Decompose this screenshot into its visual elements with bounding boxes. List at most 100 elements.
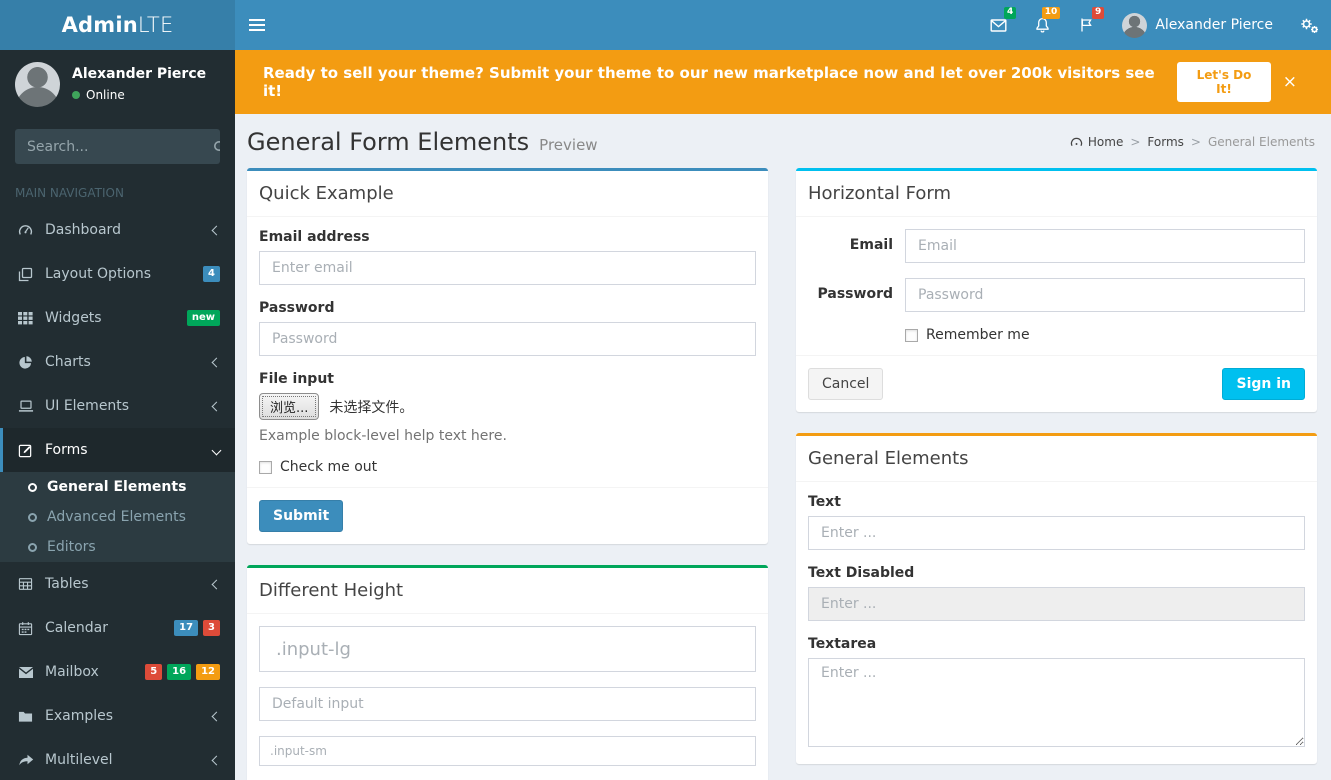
right-column: Horizontal Form Email Password — [796, 168, 1317, 780]
control-sidebar-toggle[interactable] — [1287, 0, 1331, 50]
user-avatar — [1122, 12, 1148, 38]
remember-me-checkbox[interactable]: Remember me — [905, 327, 1305, 343]
sign-in-button[interactable]: Sign in — [1222, 368, 1305, 400]
sidebar-item-examples[interactable]: Examples — [0, 694, 235, 738]
messages-count-badge: 4 — [1004, 7, 1017, 19]
sidebar-user-panel: Alexander Pierce Online — [0, 50, 235, 119]
breadcrumb-current: General Elements — [1207, 135, 1315, 149]
box-title: Horizontal Form — [808, 183, 951, 204]
content-header: General Form Elements Preview Home > For… — [235, 114, 1331, 166]
page-subtitle: Preview — [539, 136, 598, 154]
mailbox-badge-1: 5 — [145, 664, 163, 680]
file-browse-button[interactable]: 浏览... — [259, 393, 320, 420]
tasks-menu[interactable]: 9 — [1064, 0, 1108, 50]
sidebar-item-layout-options[interactable]: Layout Options 4 — [0, 252, 235, 296]
checkbox-icon — [259, 460, 272, 474]
banner-message: Ready to sell your theme? Submit your th… — [263, 64, 1155, 100]
bell-icon — [1036, 17, 1049, 33]
checkbox-icon — [905, 328, 918, 342]
mailbox-badge-2: 16 — [167, 664, 192, 680]
sidebar-toggle-button[interactable] — [235, 0, 279, 50]
search-input[interactable] — [15, 129, 213, 164]
password-field[interactable] — [259, 322, 756, 356]
marketplace-banner: Ready to sell your theme? Submit your th… — [235, 50, 1331, 114]
user-menu[interactable]: Alexander Pierce — [1108, 0, 1287, 50]
sidebar-item-dashboard[interactable]: Dashboard — [0, 208, 235, 252]
th-grid-icon — [18, 311, 45, 325]
notifications-menu[interactable]: 10 — [1020, 0, 1064, 50]
quick-example-box: Quick Example Email address Password Fil… — [247, 168, 768, 544]
breadcrumb: Home > Forms > General Elements — [1070, 135, 1315, 149]
sidebar-subitem-general-elements[interactable]: General Elements — [0, 472, 235, 502]
h-email-field[interactable] — [905, 229, 1305, 263]
box-title: General Elements — [808, 448, 969, 469]
email-label: Email address — [259, 229, 370, 245]
circle-o-icon — [28, 542, 37, 552]
forms-submenu: General Elements Advanced Elements Edito… — [0, 472, 235, 562]
cancel-button[interactable]: Cancel — [808, 368, 884, 400]
password-label: Password — [259, 300, 335, 316]
input-sm-field[interactable] — [259, 736, 756, 766]
sidebar-user-avatar — [15, 62, 60, 107]
breadcrumb-home[interactable]: Home — [1070, 135, 1123, 149]
search-button[interactable] — [213, 129, 220, 164]
breadcrumb-forms[interactable]: Forms — [1147, 135, 1183, 149]
general-elements-box: General Elements Text Text Disabled Text… — [796, 433, 1317, 764]
sidebar-item-charts[interactable]: Charts — [0, 340, 235, 384]
file-input-label: File input — [259, 371, 334, 387]
chevron-left-icon — [211, 225, 222, 235]
sidebar: Alexander Pierce Online MAIN NAVIGATION — [0, 50, 235, 780]
calendar-badge-2: 3 — [203, 620, 220, 636]
top-navbar: 4 10 9 Alexander Pierce — [235, 0, 1331, 50]
share-arrow-icon — [18, 754, 45, 767]
sidebar-item-calendar[interactable]: Calendar 17 3 — [0, 606, 235, 650]
calendar-badge-1: 17 — [174, 620, 199, 636]
laptop-icon — [18, 399, 45, 413]
sidebar-item-ui-elements[interactable]: UI Elements — [0, 384, 235, 428]
email-field[interactable] — [259, 251, 756, 285]
sidebar-search — [15, 129, 220, 164]
table-icon — [18, 577, 45, 591]
different-height-box: Different Height — [247, 565, 768, 780]
text-label: Text — [808, 494, 841, 510]
user-name: Alexander Pierce — [1155, 17, 1273, 33]
help-text: Example block-level help text here. — [259, 428, 507, 444]
sidebar-item-mailbox[interactable]: Mailbox 5 16 12 — [0, 650, 235, 694]
chevron-left-icon — [211, 711, 222, 721]
folder-icon — [18, 710, 45, 723]
sidebar-subitem-advanced-elements[interactable]: Advanced Elements — [0, 502, 235, 532]
chevron-left-icon — [211, 755, 222, 765]
horizontal-form-box: Horizontal Form Email Password — [796, 168, 1317, 412]
chevron-down-icon — [211, 445, 222, 455]
box-title: Different Height — [259, 580, 404, 601]
submit-button[interactable]: Submit — [259, 500, 344, 532]
textarea-label: Textarea — [808, 636, 877, 652]
sidebar-menu: Dashboard Layout Options 4 Widgets new C… — [0, 208, 235, 780]
sidebar-user-status[interactable]: Online — [72, 88, 206, 102]
check-me-out-checkbox[interactable]: Check me out — [259, 459, 756, 475]
input-lg-field[interactable] — [259, 626, 756, 672]
app-logo[interactable]: Admin LTE — [0, 0, 235, 50]
chevron-left-icon — [211, 579, 222, 589]
pie-chart-icon — [18, 355, 45, 370]
dashboard-icon — [18, 223, 45, 237]
banner-close-icon[interactable]: × — [1283, 73, 1297, 91]
text-field[interactable] — [808, 516, 1305, 550]
sidebar-subitem-editors[interactable]: Editors — [0, 532, 235, 562]
sidebar-item-tables[interactable]: Tables — [0, 562, 235, 606]
sidebar-item-forms[interactable]: Forms — [0, 428, 235, 472]
online-status-icon — [72, 91, 80, 99]
sidebar-item-widgets[interactable]: Widgets new — [0, 296, 235, 340]
input-default-field[interactable] — [259, 687, 756, 721]
hamburger-icon — [249, 19, 265, 21]
h-password-field[interactable] — [905, 278, 1305, 312]
main-header: Admin LTE 4 10 9 Alexander Pierce — [0, 0, 1331, 50]
search-icon — [214, 140, 220, 151]
textarea-field[interactable] — [808, 658, 1305, 747]
text-disabled-label: Text Disabled — [808, 565, 915, 581]
home-dashboard-icon — [1070, 137, 1083, 147]
banner-cta-button[interactable]: Let's Do It! — [1177, 62, 1271, 102]
sidebar-item-multilevel[interactable]: Multilevel — [0, 738, 235, 780]
messages-menu[interactable]: 4 — [976, 0, 1020, 50]
left-column: Quick Example Email address Password Fil… — [247, 168, 768, 780]
